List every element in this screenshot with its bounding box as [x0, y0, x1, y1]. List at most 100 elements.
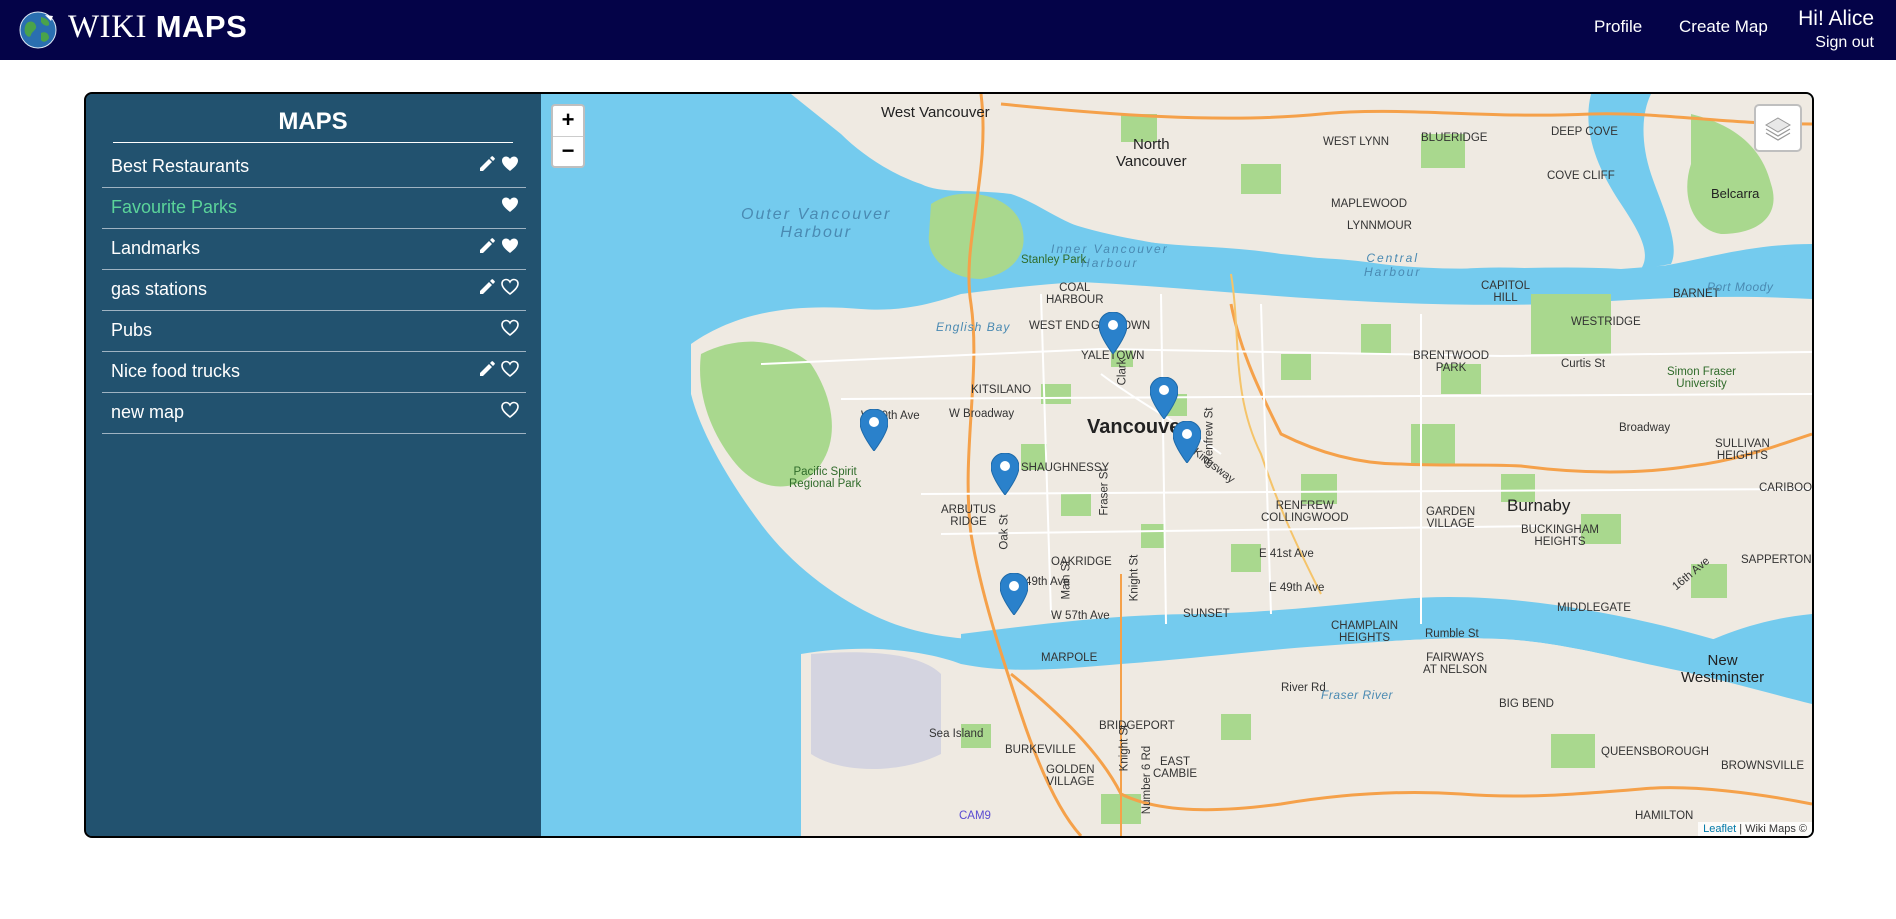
- map-marker-icon[interactable]: [1173, 421, 1201, 463]
- map-marker-icon[interactable]: [1099, 312, 1127, 354]
- map-label-champlain-heights-line2: HEIGHTS: [1338, 632, 1391, 644]
- map-marker-icon[interactable]: [1000, 573, 1028, 615]
- pencil-icon[interactable]: [478, 360, 496, 378]
- map-attribution: Leaflet | Wiki Maps ©: [1698, 822, 1812, 836]
- map-item-label[interactable]: Landmarks: [111, 238, 200, 259]
- map-label-brownsville: BROWNSVILLE: [1721, 760, 1805, 772]
- map-list-item[interactable]: Nice food trucks: [102, 352, 526, 393]
- pencil-icon[interactable]: [478, 237, 496, 255]
- top-navbar: WIKI MAPS Profile Create Map Hi! Alice S…: [0, 0, 1896, 60]
- map-label-central-harbour-line1: Central: [1366, 251, 1420, 265]
- map-label-buckingham-heights-line2: HEIGHTS: [1534, 536, 1586, 548]
- map-label-big-bend: BIG BEND: [1499, 698, 1554, 710]
- map-label-e-49th: E 49th Ave: [1269, 582, 1325, 594]
- layers-icon: [1765, 117, 1791, 141]
- map-label-capitol-hill-line1: CAPITOL: [1481, 280, 1530, 292]
- map-label-brentwood-park: BRENTWOOD PARK: [1413, 350, 1489, 374]
- map-list-item[interactable]: Landmarks: [102, 229, 526, 270]
- map-label-east-cambie: EAST CAMBIE: [1153, 756, 1197, 780]
- nav-profile-link[interactable]: Profile: [1594, 17, 1642, 37]
- map-label-pacific-spirit-line2: Regional Park: [789, 478, 862, 490]
- map-item-label[interactable]: Nice food trucks: [111, 361, 240, 382]
- map-label-fairways: FAIRWAYS AT NELSON: [1423, 652, 1487, 676]
- map-list-item[interactable]: Pubs: [102, 311, 526, 352]
- heart-outline-icon[interactable]: [501, 401, 519, 419]
- zoom-out-button[interactable]: −: [553, 137, 583, 167]
- map-item-label[interactable]: Favourite Parks: [111, 197, 237, 218]
- map-label-east-cambie-line1: EAST: [1160, 756, 1191, 768]
- globe-icon[interactable]: [19, 11, 57, 49]
- map-label-knight-st: Knight St: [1128, 554, 1141, 602]
- map-label-river-rd: River Rd: [1281, 682, 1326, 694]
- map-label-coal-harbour-line2: HARBOUR: [1046, 294, 1104, 306]
- map-marker-icon[interactable]: [991, 453, 1019, 495]
- map-label-fraser-st: Fraser St: [1098, 468, 1111, 516]
- map-label-sea-island: Sea Island: [929, 728, 984, 740]
- map-label-curtis-st: Curtis St: [1561, 358, 1606, 370]
- map-label-sunset: SUNSET: [1183, 608, 1230, 620]
- map-label-westridge: WESTRIDGE: [1571, 316, 1641, 328]
- map-item-label[interactable]: Pubs: [111, 320, 152, 341]
- map-label-capitol-hill: CAPITOL HILL: [1481, 280, 1530, 304]
- map-label-renfrew-st: Renfrew St: [1203, 407, 1216, 465]
- map-label-renfrew-collingwood: RENFREW COLLINGWOOD: [1261, 500, 1349, 524]
- map-list: Best Restaurants Favourite Parks Landmar…: [102, 147, 526, 434]
- map-label-cam9: CAM9: [959, 810, 991, 822]
- map-label-belcarra: Belcarra: [1711, 186, 1760, 201]
- map-label-clark: Clark: [1116, 358, 1129, 386]
- app-logo[interactable]: WIKI MAPS: [68, 9, 247, 46]
- map-label-w-broadway: W Broadway: [949, 408, 1015, 420]
- map-label-bridgeport: BRIDGEPORT: [1099, 720, 1175, 732]
- heart-filled-icon[interactable]: [501, 196, 519, 214]
- map-label-buckingham-heights-line1: BUCKINGHAM: [1521, 524, 1599, 536]
- leaflet-link[interactable]: Leaflet: [1703, 823, 1736, 835]
- logo-maps-text: MAPS: [155, 9, 248, 44]
- maps-sidebar: MAPS Best Restaurants Favourite Parks La…: [86, 94, 541, 836]
- zoom-in-button[interactable]: +: [553, 106, 583, 137]
- map-label-golden-village: GOLDEN VILLAGE: [1046, 764, 1095, 788]
- map-label-coal-harbour-line1: COAL: [1059, 282, 1091, 294]
- map-label-hamilton: HAMILTON: [1635, 810, 1694, 822]
- map-item-label[interactable]: Best Restaurants: [111, 156, 249, 177]
- heart-outline-icon[interactable]: [501, 278, 519, 296]
- map-list-item[interactable]: new map: [102, 393, 526, 434]
- logo-wiki-text: WIKI: [68, 9, 147, 45]
- heart-filled-icon[interactable]: [501, 237, 519, 255]
- map-label-cove-cliff: COVE CLIFF: [1547, 170, 1615, 182]
- layers-control-button[interactable]: [1754, 104, 1802, 152]
- maps-panel: MAPS Best Restaurants Favourite Parks La…: [84, 92, 1814, 838]
- map-label-garden-village: GARDEN VILLAGE: [1426, 506, 1475, 530]
- pencil-icon[interactable]: [478, 278, 496, 296]
- nav-create-map-link[interactable]: Create Map: [1679, 17, 1768, 37]
- heart-filled-icon[interactable]: [501, 155, 519, 173]
- map-label-central-harbour: Central Harbour: [1364, 251, 1421, 279]
- map-label-garden-village-line2: VILLAGE: [1426, 518, 1475, 530]
- map-view[interactable]: West Vancouver North Vancouver Outer Vanc…: [541, 94, 1812, 836]
- map-label-kitsilano: KITSILANO: [971, 384, 1032, 396]
- map-label-brentwood-park-line2: PARK: [1435, 362, 1467, 374]
- sign-out-link[interactable]: Sign out: [1815, 34, 1874, 52]
- map-label-knight-st-south: Knight St: [1118, 724, 1131, 772]
- map-label-west-vancouver: West Vancouver: [881, 104, 990, 121]
- pencil-icon[interactable]: [478, 155, 496, 173]
- map-tiles[interactable]: [541, 94, 1812, 836]
- map-label-golden-village-line1: GOLDEN: [1046, 764, 1095, 776]
- map-marker-icon[interactable]: [860, 409, 888, 451]
- map-label-garden-village-line1: GARDEN: [1426, 506, 1476, 518]
- map-label-deep-cove: DEEP COVE: [1551, 126, 1618, 138]
- map-list-item[interactable]: Favourite Parks: [102, 188, 526, 229]
- map-item-label[interactable]: new map: [111, 402, 184, 423]
- map-label-inner-harbour-line2: Harbour: [1081, 256, 1139, 270]
- map-label-rumble-st: Rumble St: [1425, 628, 1479, 640]
- map-marker-icon[interactable]: [1150, 377, 1178, 419]
- map-label-renfrew-collingwood-line2: COLLINGWOOD: [1261, 512, 1349, 524]
- map-item-label[interactable]: gas stations: [111, 279, 207, 300]
- map-label-sullivan-heights-line1: SULLIVAN: [1715, 438, 1770, 450]
- map-label-oak-st: Oak St: [998, 514, 1011, 550]
- map-list-item[interactable]: Best Restaurants: [102, 147, 526, 188]
- map-label-blueridge: BLUERIDGE: [1421, 132, 1488, 144]
- heart-outline-icon[interactable]: [501, 319, 519, 337]
- map-list-item[interactable]: gas stations: [102, 270, 526, 311]
- heart-outline-icon[interactable]: [501, 360, 519, 378]
- map-label-lynnmour: LYNNMOUR: [1347, 220, 1412, 232]
